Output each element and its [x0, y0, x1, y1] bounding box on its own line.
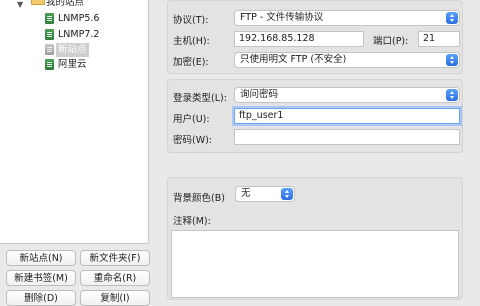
select-arrows-icon: [446, 54, 458, 66]
logon-type-label: 登录类型(L):: [173, 93, 227, 104]
connection-group: 协议(T): FTP - 文件传输协议 主机(H): 192.168.85.12…: [167, 0, 463, 74]
new-folder-button[interactable]: 新文件夹(F): [80, 250, 150, 266]
bg-color-select[interactable]: 无: [235, 186, 295, 202]
server-icon: [45, 29, 54, 40]
login-group: 登录类型(L): 询问密码 用户(U): ftp_user1 密码(W):: [167, 79, 463, 153]
new-site-button[interactable]: 新站点(N): [6, 250, 76, 266]
encryption-label: 加密(E):: [173, 57, 209, 68]
copy-button[interactable]: 复制(I): [80, 290, 150, 306]
comments-textarea[interactable]: [171, 230, 459, 298]
protocol-select[interactable]: FTP - 文件传输协议: [234, 10, 460, 26]
tree-item-lnmp72[interactable]: LNMP7.2: [0, 28, 148, 42]
tree-item-label: LNMP7.2: [58, 29, 100, 40]
host-input[interactable]: 192.168.85.128: [234, 31, 364, 47]
delete-button[interactable]: 删除(D): [6, 290, 76, 306]
password-label: 密码(W):: [173, 135, 213, 146]
tree-item-label: 新站点: [56, 43, 89, 57]
tree-root-label: 我的站点: [46, 0, 85, 8]
folder-icon: [31, 0, 45, 5]
user-input[interactable]: ftp_user1: [234, 108, 460, 124]
select-arrows-icon: [281, 188, 293, 200]
comments-label: 注释(M):: [173, 216, 211, 227]
protocol-value: FTP - 文件传输协议: [240, 12, 324, 23]
new-bookmark-button[interactable]: 新建书签(M): [6, 270, 76, 286]
tree-item-aliyun[interactable]: 阿里云: [0, 58, 148, 72]
notes-group: 背景颜色(B) 无 注释(M):: [167, 177, 463, 300]
port-input[interactable]: 21: [418, 31, 460, 47]
tree-item-label: LNMP5.6: [58, 13, 100, 24]
server-icon: [45, 59, 54, 70]
select-arrows-icon: [446, 89, 458, 101]
site-tree[interactable]: ▼ 我的站点 LNMP5.6 LNMP7.2 新站点 阿里云: [0, 0, 149, 244]
port-label: 端口(P):: [373, 36, 409, 47]
bg-color-value: 无: [241, 188, 251, 199]
protocol-label: 协议(T):: [173, 15, 209, 26]
rename-button[interactable]: 重命名(R): [80, 270, 150, 286]
tree-item-new-site[interactable]: 新站点: [0, 43, 148, 57]
logon-type-value: 询问密码: [240, 89, 279, 100]
encryption-value: 只使用明文 FTP (不安全): [240, 54, 347, 65]
select-arrows-icon: [446, 12, 458, 24]
password-input[interactable]: [234, 129, 460, 145]
host-label: 主机(H):: [173, 36, 210, 47]
tree-item-label: 阿里云: [58, 59, 87, 70]
logon-type-select[interactable]: 询问密码: [234, 87, 460, 103]
tree-item-lnmp56[interactable]: LNMP5.6: [0, 12, 148, 26]
encryption-select[interactable]: 只使用明文 FTP (不安全): [234, 52, 460, 68]
expand-triangle-icon[interactable]: ▼: [17, 0, 23, 12]
user-label: 用户(U):: [173, 114, 210, 125]
bg-color-label: 背景颜色(B): [173, 193, 225, 204]
server-icon: [45, 44, 54, 55]
server-icon: [45, 13, 54, 24]
